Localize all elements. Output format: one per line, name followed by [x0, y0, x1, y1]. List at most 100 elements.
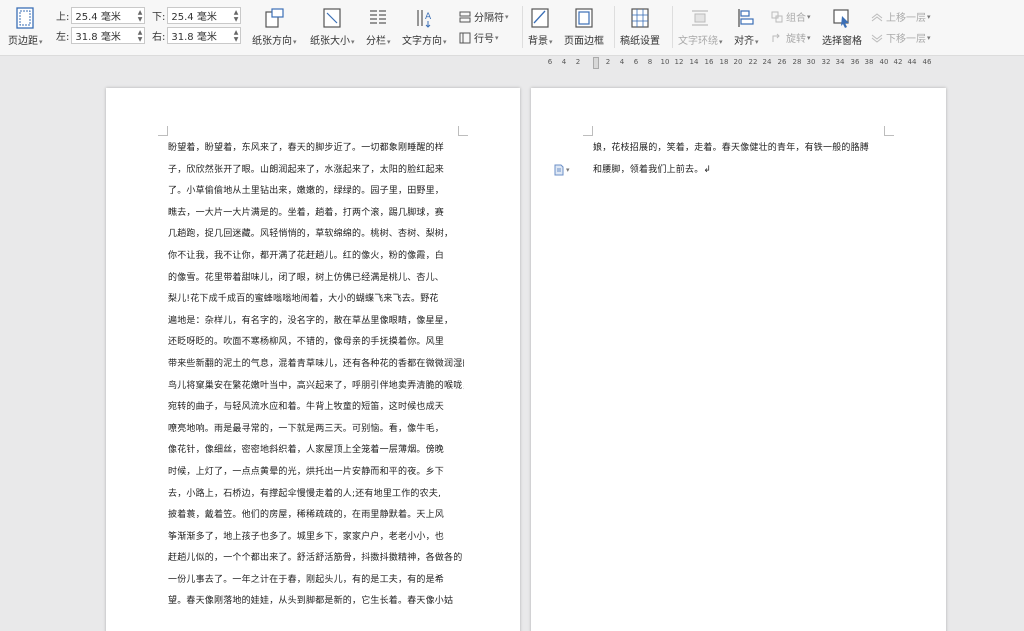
text-line[interactable]: 嘹亮地响。雨是最寻常的，一下就是两三天。可别恼。看，像牛毛，: [168, 419, 464, 441]
ruler-tick-label: 8: [647, 58, 653, 66]
spin-icon[interactable]: ▲ ▼: [234, 29, 239, 43]
ruler-tick-label: 30: [806, 58, 816, 66]
ruler-tick-label: 4: [561, 58, 567, 66]
text-line[interactable]: 时候，上灯了，一点点黄晕的光，烘托出一片安静而和平的夜。乡下: [168, 462, 464, 484]
margin-top-field[interactable]: 25.4 毫米 ▲ ▼: [71, 7, 146, 24]
columns-label: 分栏: [366, 36, 386, 47]
ruler-tick-label: 44: [907, 58, 917, 66]
text-direction-icon: A: [412, 6, 436, 30]
columns-button[interactable]: 分栏▾: [366, 6, 391, 47]
text-line[interactable]: 披着蓑，戴着笠。他们的房屋，稀稀疏疏的，在雨里静默着。天上风: [168, 505, 464, 527]
text-line[interactable]: 娘，花枝招展的，笑着，走着。春天像健壮的青年，有铁一般的胳膊: [593, 138, 889, 160]
text-wrap-button[interactable]: 文字环绕▾: [678, 6, 723, 47]
text-wrap-label: 文字环绕: [678, 36, 718, 47]
paper-direction-label: 纸张方向: [252, 36, 292, 47]
svg-text:A: A: [425, 12, 432, 22]
text-wrap-icon: [688, 6, 712, 30]
text-line[interactable]: 盼望着，盼望着，东风来了，春天的脚步近了。一切都象刚睡醒的样: [168, 138, 464, 160]
text-line[interactable]: 梨儿!花下成千成百的蜜蜂嗡嗡地闹着，大小的蝴蝶飞来飞去。野花: [168, 289, 464, 311]
rotate-label: 旋转: [786, 34, 806, 45]
text-line[interactable]: 宛转的曲子，与轻风流水应和着。牛背上牧童的短笛，这时候也成天: [168, 397, 464, 419]
text-line[interactable]: 瞧去，一大片一大片满是的。坐着，趟着，打两个滚，踢几脚球，赛: [168, 203, 464, 225]
ruler-tick-label: 2: [575, 58, 581, 66]
text-line[interactable]: 鸟儿将窠巢安在繁花嫩叶当中，高兴起来了，呼朋引伴地卖弄清脆的喉咙，唱出: [168, 376, 464, 398]
send-backward-button[interactable]: 下移一层 ▾: [870, 30, 931, 45]
bring-forward-button[interactable]: 上移一层 ▾: [870, 9, 931, 24]
background-button[interactable]: 背景▾: [528, 6, 553, 47]
text-line[interactable]: 你不让我，我不让你，都开满了花赶趟儿。红的像火，粉的像霞，白: [168, 246, 464, 268]
margin-bottom-label: 下:: [152, 12, 166, 23]
ruler-tick-label: 40: [879, 58, 889, 66]
toolbar-divider: [614, 6, 615, 48]
paper-size-button[interactable]: 纸张大小▾: [310, 6, 355, 47]
document-icon: [554, 164, 564, 176]
spin-icon[interactable]: ▲ ▼: [138, 9, 143, 23]
separator-icon: [458, 10, 472, 24]
send-backward-icon: [870, 31, 884, 45]
ruler-tick-label: 24: [762, 58, 772, 66]
margin-bottom-field[interactable]: 25.4 毫米 ▲ ▼: [167, 7, 242, 24]
group-button[interactable]: 组合 ▾: [770, 9, 811, 24]
background-icon: [528, 6, 552, 30]
margin-top-value: 25.4 毫米: [75, 12, 121, 23]
document-page-2[interactable]: ▾ 娘，花枝招展的，笑着，走着。春天像健壮的青年，有铁一般的胳膊 和腰脚，领着我们…: [531, 88, 946, 631]
text-line[interactable]: 去，小路上，石桥边，有撑起伞慢慢走着的人;还有地里工作的农夫,: [168, 484, 464, 506]
ruler-tick-label: 10: [660, 58, 670, 66]
margin-left-row: 左: 31.8 毫米 ▲ ▼: [56, 27, 146, 44]
page-border-icon: [572, 6, 596, 30]
text-line[interactable]: 子，欣欣然张开了眼。山朗润起来了，水涨起来了，太阳的脸红起来: [168, 160, 464, 182]
text-direction-button[interactable]: A 文字方向▾: [402, 6, 447, 47]
paper-direction-button[interactable]: 纸张方向▾: [252, 6, 297, 47]
text-line[interactable]: 望。春天像刚落地的娃娃，从头到脚都是新的，它生长着。春天像小姑: [168, 591, 464, 613]
text-line[interactable]: 遍地是：杂样儿，有名字的，没名字的，散在草丛里像眼睛，像星星，: [168, 311, 464, 333]
align-button[interactable]: 对齐▾: [734, 6, 759, 47]
text-line[interactable]: 带来些新翻的泥土的气息，混着青草味儿，还有各种花的香都在微微润湿的空气里酝酿。: [168, 354, 464, 376]
spin-icon[interactable]: ▲ ▼: [138, 29, 143, 43]
toolbar-divider: [672, 6, 673, 48]
ruler-tick-label: 22: [748, 58, 758, 66]
ruler-indent-marker[interactable]: [593, 57, 599, 69]
text-line[interactable]: 和腰脚，领着我们上前去。↲: [593, 160, 889, 182]
margin-left-field[interactable]: 31.8 毫米 ▲ ▼: [71, 27, 146, 44]
text-line[interactable]: 一份儿事去了。一年之计在于春，刚起头儿，有的是工夫，有的是希: [168, 570, 464, 592]
margin-left-label: 左:: [56, 32, 70, 43]
horizontal-ruler[interactable]: 6 4 2 2 4 6 8 10 12 14 16 18 20 22 24 26 28 30 32 34 36 38 40 4…: [520, 57, 940, 69]
columns-icon: [366, 6, 390, 30]
text-line[interactable]: 的像雪。花里带着甜味儿，闭了眼，树上仿佛已经满是桃儿、杏儿、: [168, 268, 464, 290]
select-pane-button[interactable]: 选择窗格: [822, 6, 862, 47]
text-line[interactable]: 赶趟儿似的，一个个都出来了。舒活舒活筋骨，抖擞抖擞精神，各做各的: [168, 548, 464, 570]
document-page-1[interactable]: 盼望着，盼望着，东风来了，春天的脚步近了。一切都象刚睡醒的样 子，欣欣然张开了眼。…: [106, 88, 520, 631]
margin-corner-mark: [458, 126, 468, 136]
chevron-down-icon: ▾: [566, 166, 570, 174]
paste-options-button[interactable]: ▾: [553, 164, 570, 176]
spin-icon[interactable]: ▲ ▼: [234, 9, 239, 23]
ruler-tick-label: 6: [547, 58, 553, 66]
separator-button[interactable]: 分隔符 ▾: [458, 9, 509, 24]
page-1-body-text[interactable]: 盼望着，盼望着，东风来了，春天的脚步近了。一切都象刚睡醒的样 子，欣欣然张开了眼。…: [168, 138, 464, 613]
ruler-tick-label: 16: [704, 58, 714, 66]
rotate-button[interactable]: 旋转 ▾: [770, 30, 811, 45]
select-pane-icon: [830, 6, 854, 30]
page-2-body-text[interactable]: 娘，花枝招展的，笑着，走着。春天像健壮的青年，有铁一般的胳膊 和腰脚，领着我们上前…: [593, 138, 889, 181]
ruler-tick-label: 46: [922, 58, 932, 66]
margin-corner-mark: [583, 126, 593, 136]
grid-paper-icon: [628, 6, 652, 30]
margin-top-label: 上:: [56, 12, 70, 23]
line-number-button[interactable]: 行号 ▾: [458, 30, 499, 45]
page-border-button[interactable]: 页面边框: [564, 6, 604, 47]
draft-paper-button[interactable]: 稿纸设置: [620, 6, 660, 47]
page-layout-toolbar: 页边距▾ 上: 25.4 毫米 ▲ ▼ 下: 25.4 毫米 ▲ ▼ 左: 31.8 毫…: [0, 0, 1024, 56]
text-line[interactable]: 还眨呀眨的。吹面不寒杨柳风，不错的，像母亲的手抚摸着你。风里: [168, 332, 464, 354]
margins-button[interactable]: 页边距▾: [8, 6, 43, 47]
rotate-icon: [770, 31, 784, 45]
text-line[interactable]: 几趟跑，捉几回迷藏。风轻悄悄的，草软绵绵的。桃树、杏树、梨树，: [168, 224, 464, 246]
margin-corner-mark: [158, 126, 168, 136]
text-line[interactable]: 了。小草偷偷地从土里钻出来，嫩嫩的，绿绿的。园子里，田野里，: [168, 181, 464, 203]
margin-right-value: 31.8 毫米: [171, 32, 217, 43]
margin-right-field[interactable]: 31.8 毫米 ▲ ▼: [167, 27, 242, 44]
draft-paper-label: 稿纸设置: [620, 36, 660, 47]
text-line[interactable]: 筝渐渐多了，地上孩子也多了。城里乡下，家家户户，老老小小，也: [168, 527, 464, 549]
text-line[interactable]: 像花针，像细丝，密密地斜织着，人家屋顶上全笼着一层薄烟。傍晚: [168, 440, 464, 462]
ruler-tick-label: 14: [689, 58, 699, 66]
line-number-label: 行号: [474, 34, 494, 45]
